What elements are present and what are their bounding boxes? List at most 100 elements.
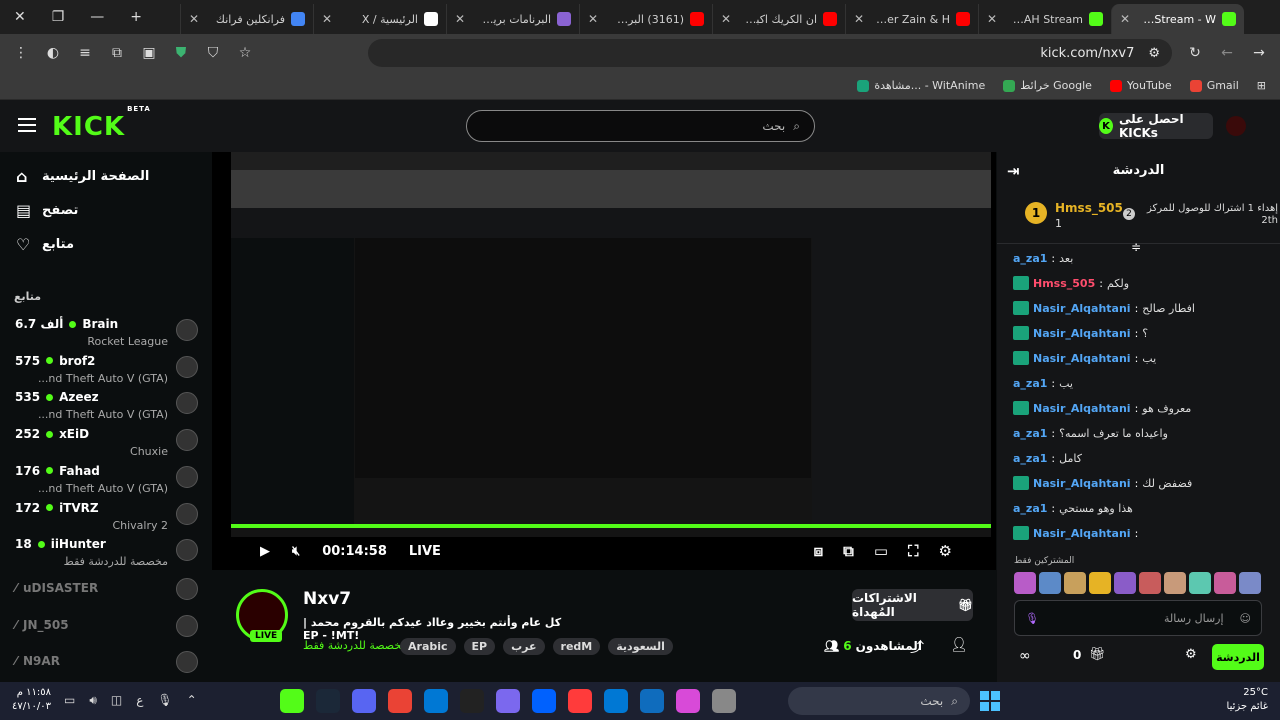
mute-icon[interactable]: 🔇︎	[292, 544, 300, 559]
visual-studio-icon[interactable]	[496, 689, 520, 713]
followed-channel[interactable]: 575 brof2 ...nd Theft Auto V (GTA)	[0, 352, 212, 388]
followed-channel[interactable]: 172 iTVRZ Chivalry 2	[0, 499, 212, 535]
stream-category[interactable]: مخصصة للدردشة فقط	[303, 639, 407, 652]
fullscreen-icon[interactable]: ⛶	[908, 542, 919, 560]
clock[interactable]: ١١:٥٨ م ٤٧/١٠/٠٣	[12, 686, 51, 714]
restore-window-icon[interactable]: ❐	[52, 9, 65, 25]
menu-icon[interactable]: ⋮	[12, 45, 30, 61]
microphone-icon[interactable]: 🎙︎	[157, 693, 172, 708]
stream-tag[interactable]: EP	[463, 638, 496, 655]
subscriber-avatar[interactable]	[1089, 572, 1111, 594]
media-controls-icon[interactable]: ≡	[76, 45, 94, 61]
followed-channel[interactable]: 18 iiHunter مخصصة للدردشة فقط	[0, 535, 212, 571]
extension-icon[interactable]: ◐	[44, 45, 62, 61]
get-kicks-button[interactable]: K احصل على KICKs	[1099, 112, 1213, 140]
live-label[interactable]: LIVE	[409, 544, 441, 559]
browser-tab[interactable]: ✕ ان الكريك اكبر من	[712, 4, 845, 34]
chat-username[interactable]: a_za1	[1013, 427, 1047, 440]
mic-icon[interactable]: 🎙︎	[1025, 612, 1039, 625]
follow-user-icon[interactable]: 👤︎	[950, 637, 968, 653]
stream-tag[interactable]: السعودية	[608, 638, 673, 655]
forward-icon[interactable]: →	[1250, 45, 1268, 61]
outlook-icon[interactable]	[604, 689, 628, 713]
subscriber-avatar[interactable]	[1239, 572, 1261, 594]
bookmark-item[interactable]: Gmail	[1189, 79, 1239, 92]
subscriber-avatar[interactable]	[1164, 572, 1186, 594]
tray-overflow-icon[interactable]: ⌃	[187, 693, 197, 708]
kick-logo[interactable]: KICKBETA	[52, 105, 150, 142]
followed-channel[interactable]: ⁄ uDISASTER	[0, 572, 212, 608]
start-button[interactable]	[980, 691, 1000, 711]
chat-username[interactable]: a_za1	[1013, 377, 1047, 390]
browser-tab[interactable]: ✕ فرانكلين فرانك	[180, 4, 313, 34]
subscriber-avatar[interactable]	[1064, 572, 1086, 594]
chat-username[interactable]: a_za1	[1013, 252, 1047, 265]
close-tab-icon[interactable]: ✕	[455, 12, 465, 26]
chat-input[interactable]: 🎙︎ إرسال رسالة ☺	[1014, 600, 1262, 636]
followed-channel[interactable]: ⁄ N9AR	[0, 645, 212, 681]
language-indicator[interactable]: ع	[136, 693, 143, 708]
kick-app-icon[interactable]	[280, 689, 304, 713]
weather-widget[interactable]: 25°C غائم جزئيا	[1212, 686, 1268, 714]
video-player[interactable]: ▶ 🔇︎ 00:14:58 LIVE ⧈ ⧉ ▭ ⛶ ⚙	[212, 152, 996, 570]
browser-tab[interactable]: ✕ Maher Zain & H	[845, 4, 978, 34]
url-field[interactable]: kick.com/nxv7 ⚙	[368, 39, 1172, 67]
emoji-icon[interactable]: ☺	[1240, 612, 1251, 625]
chat-username[interactable]: Nasir_Alqahtani	[1033, 402, 1131, 415]
pip-icon[interactable]: ⧉	[843, 542, 854, 560]
followed-channel[interactable]: 176 Fahad ...nd Theft Auto V (GTA)	[0, 462, 212, 498]
close-tab-icon[interactable]: ✕	[987, 12, 997, 26]
battery-icon[interactable]: ▭	[64, 693, 75, 708]
sidebar-nav-item[interactable]: ♡ متابع	[0, 229, 212, 259]
adblock-icon[interactable]: ⛉	[204, 45, 222, 61]
site-settings-icon[interactable]: ⚙	[1148, 46, 1160, 61]
subscriber-avatar[interactable]	[1114, 572, 1136, 594]
app-icon[interactable]	[568, 689, 592, 713]
taskbar-search[interactable]: بحث ⌕	[788, 687, 970, 715]
send-chat-button[interactable]: الدردشة	[1212, 644, 1264, 670]
search-input[interactable]: بحث ⌕	[466, 110, 815, 142]
stream-tag[interactable]: عرب	[503, 638, 545, 655]
chat-username[interactable]: Nasir_Alqahtani	[1033, 527, 1131, 540]
theater-icon[interactable]: ▭	[874, 542, 888, 560]
followed-channel[interactable]: ⁄ JN_505	[0, 609, 212, 645]
network-icon[interactable]: ◫	[111, 693, 122, 708]
extensions-puzzle-icon[interactable]: ⧉	[108, 45, 126, 61]
close-window-icon[interactable]: ✕	[14, 9, 26, 25]
gift-subs-button[interactable]: الاشتراكات المُهداة 🎁︎	[852, 589, 973, 621]
browser-tab[interactable]: ✕ (3161) البرت مجاني	[579, 4, 712, 34]
browser-tab[interactable]: ✕ Nxv7 Stream - W	[1111, 4, 1244, 34]
reload-icon[interactable]: ↻	[1186, 45, 1204, 61]
stream-tag[interactable]: redM	[552, 638, 601, 655]
bookmark-item[interactable]: مشاهدة... - WitAnime	[857, 79, 985, 92]
close-tab-icon[interactable]: ✕	[1120, 12, 1130, 26]
bookmark-star-icon[interactable]: ☆	[236, 45, 254, 61]
followed-channel[interactable]: 535 Azeez ...nd Theft Auto V (GTA)	[0, 388, 212, 424]
clip-icon[interactable]: ⧈	[814, 542, 824, 560]
subscriber-avatar[interactable]	[1139, 572, 1161, 594]
subscriber-avatar[interactable]	[1039, 572, 1061, 594]
edge-icon[interactable]	[424, 689, 448, 713]
file-explorer-icon[interactable]	[712, 689, 736, 713]
chrome-icon[interactable]	[388, 689, 412, 713]
chat-username[interactable]: Nasir_Alqahtani	[1033, 477, 1131, 490]
shield-icon[interactable]: ⛊	[172, 45, 190, 61]
copilot-icon[interactable]	[676, 689, 700, 713]
play-icon[interactable]: ▶	[260, 544, 270, 559]
sidebar-nav-item[interactable]: ▤ تصفح	[0, 195, 212, 225]
user-avatar[interactable]	[1226, 116, 1246, 136]
new-tab-button[interactable]: +	[130, 9, 142, 25]
close-tab-icon[interactable]: ✕	[854, 12, 864, 26]
settings-gear-icon[interactable]: ⚙	[939, 542, 952, 560]
hamburger-menu-icon[interactable]	[18, 118, 36, 132]
sidebar-nav-item[interactable]: ⌂ الصفحة الرئيسية	[0, 161, 212, 191]
chat-settings-icon[interactable]: ⚙	[1185, 647, 1197, 662]
apps-grid-icon[interactable]: ⊞	[1257, 79, 1266, 92]
url-text[interactable]: kick.com/nxv7	[1040, 46, 1134, 61]
discord-icon[interactable]	[352, 689, 376, 713]
bookmark-item[interactable]: YouTube	[1109, 79, 1172, 92]
chat-username[interactable]: Nasir_Alqahtani	[1033, 327, 1131, 340]
followed-channel[interactable]: 252 xEiD Chuxie	[0, 425, 212, 461]
dropbox-icon[interactable]	[532, 689, 556, 713]
volume-icon[interactable]: 🔊︎	[89, 693, 97, 708]
